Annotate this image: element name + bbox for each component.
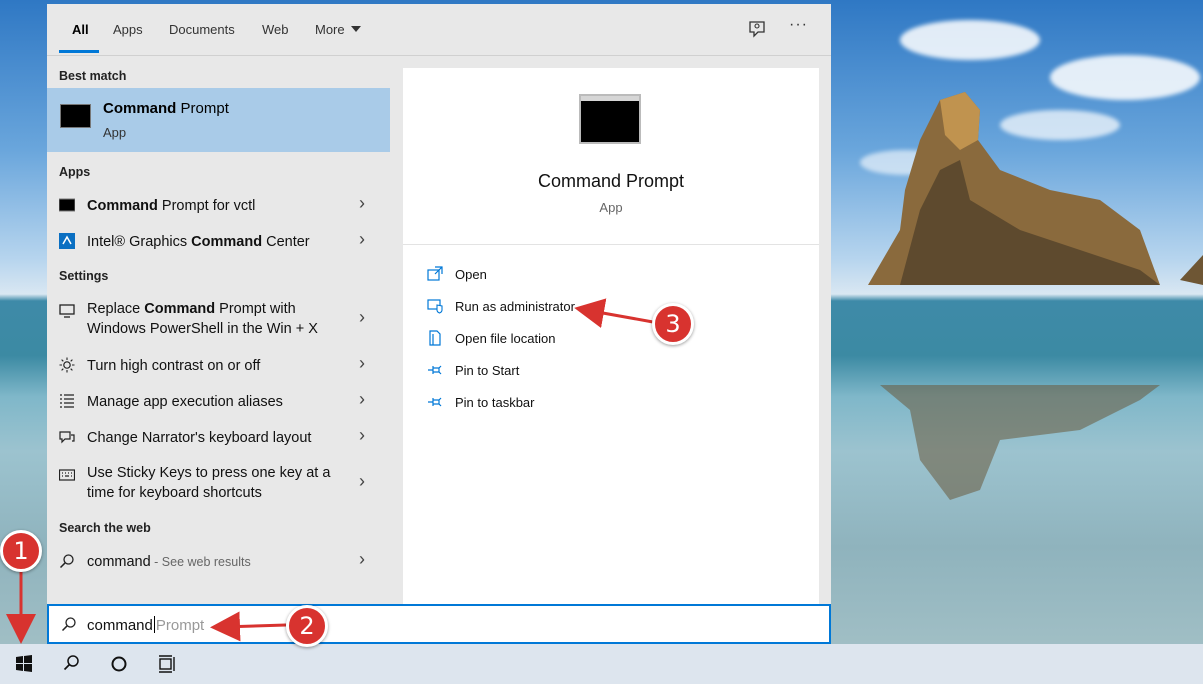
chevron-right-icon[interactable]: › xyxy=(359,353,365,374)
open-icon xyxy=(427,266,443,281)
shield-icon xyxy=(427,299,443,314)
taskbar-search-button[interactable] xyxy=(48,644,96,684)
windows-start-icon xyxy=(16,655,32,672)
narrator-icon xyxy=(59,431,75,444)
active-tab-indicator xyxy=(59,50,99,53)
search-icon xyxy=(61,617,76,632)
list-item[interactable]: Intel® Graphics Command Center › xyxy=(47,229,390,255)
search-query: command Prompt xyxy=(87,616,205,634)
best-match-title: Command Prompt xyxy=(103,100,229,117)
chevron-right-icon[interactable]: › xyxy=(359,549,365,570)
tab-apps[interactable]: Apps xyxy=(113,22,143,37)
list-item[interactable]: Change Narrator's keyboard layout › xyxy=(47,425,390,451)
list-item[interactable]: Use Sticky Keys to press one key at a ti… xyxy=(47,461,390,505)
section-heading-apps: Apps xyxy=(59,165,91,179)
tab-more-label: More xyxy=(315,22,345,37)
list-item[interactable]: Replace Command Prompt with Windows Powe… xyxy=(47,297,390,341)
tab-web[interactable]: Web xyxy=(262,22,289,37)
sea-rock-illustration xyxy=(868,92,1203,500)
preview-title: Command Prompt xyxy=(537,171,685,191)
search-input[interactable]: command Prompt xyxy=(47,604,831,644)
text-cursor xyxy=(153,616,155,633)
preview-pane: Command Prompt App Open Run as administr… xyxy=(403,68,819,604)
tab-documents[interactable]: Documents xyxy=(169,22,235,37)
chevron-down-icon xyxy=(350,26,361,32)
chevron-right-icon[interactable]: › xyxy=(359,229,365,250)
search-filter-tabs: All Apps Documents Web More ··· xyxy=(47,4,831,56)
start-button[interactable] xyxy=(0,644,48,684)
search-icon xyxy=(59,554,74,569)
list-item[interactable]: Turn high contrast on or off › xyxy=(47,353,390,379)
taskbar xyxy=(0,644,1203,684)
cortana-icon xyxy=(111,656,127,672)
command-prompt-icon xyxy=(59,198,75,212)
command-prompt-large-icon xyxy=(579,94,641,144)
start-menu-panel: All Apps Documents Web More ··· Best mat… xyxy=(47,4,831,644)
chevron-right-icon[interactable]: › xyxy=(359,471,365,492)
keyboard-icon xyxy=(59,469,75,481)
preview-subtitle: App xyxy=(599,200,623,215)
intel-graphics-icon xyxy=(59,233,75,249)
annotation-badge-2: 2 xyxy=(286,605,328,647)
command-prompt-icon xyxy=(60,104,91,128)
list-item[interactable]: command - See web results › xyxy=(47,549,390,575)
section-heading-search-web: Search the web xyxy=(59,521,151,535)
search-icon xyxy=(63,655,79,671)
list-item[interactable]: Manage app execution aliases › xyxy=(47,389,390,415)
list-settings-icon xyxy=(60,394,74,408)
pin-icon xyxy=(428,397,442,407)
tab-all[interactable]: All xyxy=(72,22,89,37)
feedback-icon[interactable] xyxy=(747,19,767,39)
section-heading-settings: Settings xyxy=(59,269,109,283)
section-heading-best-match: Best match xyxy=(59,69,127,83)
list-item[interactable]: Command Prompt for vctl › xyxy=(47,193,390,219)
best-match-item[interactable]: Command Prompt App xyxy=(47,88,390,152)
more-options-icon[interactable]: ··· xyxy=(789,16,808,34)
best-match-subtitle: App xyxy=(103,125,127,140)
task-view-icon xyxy=(159,655,175,673)
chevron-right-icon[interactable]: › xyxy=(359,389,365,410)
annotation-badge-1: 1 xyxy=(0,530,42,572)
monitor-icon xyxy=(59,304,75,318)
results-list: Best match Command Prompt App Apps Comma… xyxy=(47,57,390,604)
chevron-right-icon[interactable]: › xyxy=(359,307,365,328)
annotation-badge-3: 3 xyxy=(652,303,694,345)
cortana-button[interactable] xyxy=(96,644,144,684)
chevron-right-icon[interactable]: › xyxy=(359,425,365,446)
chevron-right-icon[interactable]: › xyxy=(359,193,365,214)
file-location-icon xyxy=(429,330,441,346)
tab-more[interactable]: More xyxy=(315,22,361,37)
pin-icon xyxy=(428,365,442,375)
brightness-icon xyxy=(59,357,75,373)
task-view-button[interactable] xyxy=(144,644,192,684)
divider xyxy=(403,244,819,245)
